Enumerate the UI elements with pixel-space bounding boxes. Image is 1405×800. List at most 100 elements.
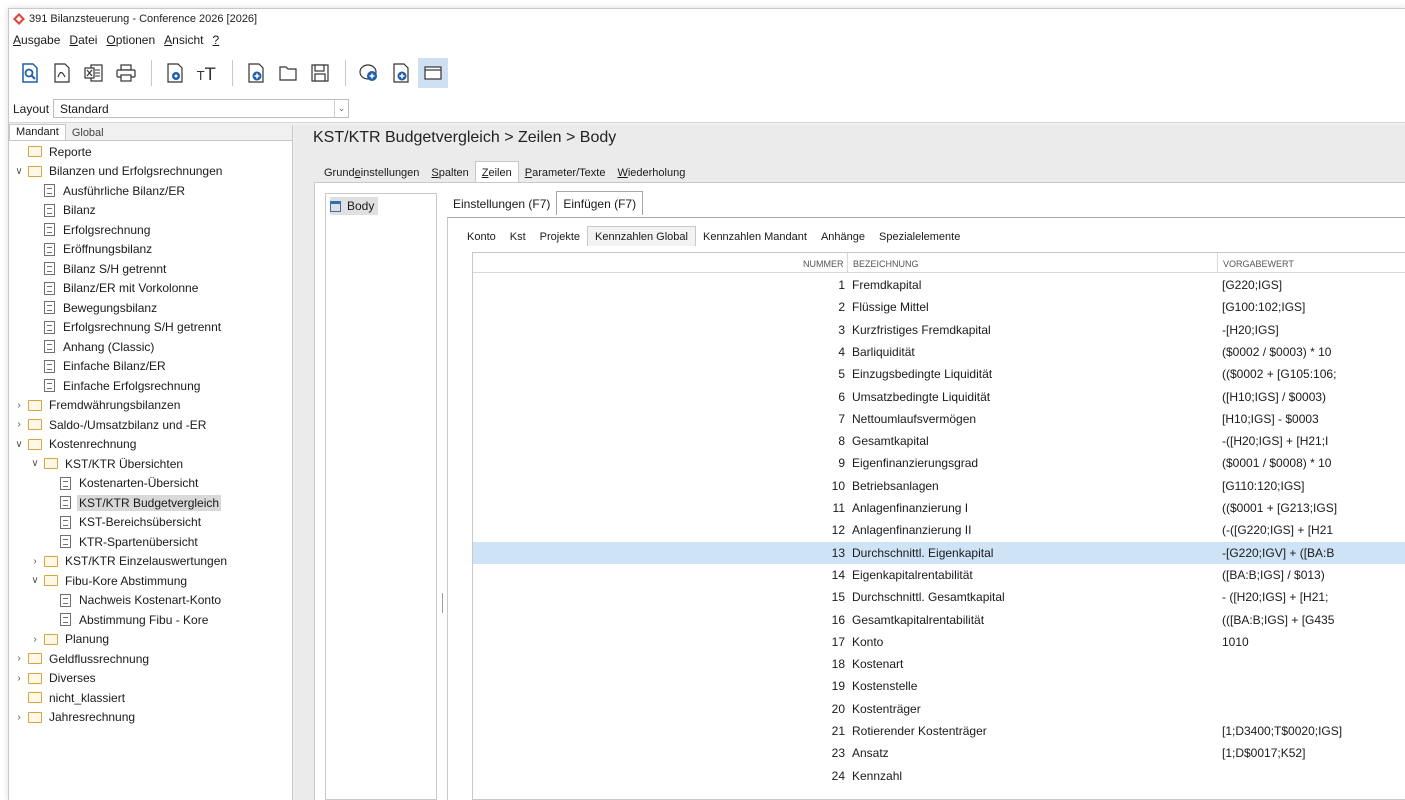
- chevron-down-icon[interactable]: ∨: [29, 575, 41, 586]
- tree-folder[interactable]: › Diverses: [13, 669, 98, 688]
- tree-report[interactable]: Nachweis Kostenart-Konto: [45, 591, 223, 610]
- menu-ausgabe[interactable]: Ausgabe: [13, 33, 60, 47]
- tree-report[interactable]: Einfache Erfolgsrechnung: [29, 376, 202, 395]
- chevron-down-icon[interactable]: ⌄: [334, 100, 348, 117]
- tree-folder[interactable]: nicht_klassiert: [13, 688, 127, 707]
- table-row[interactable]: 24 Kennzahl: [473, 765, 1405, 787]
- chevron-right-icon[interactable]: ›: [13, 419, 25, 430]
- preview-icon[interactable]: [15, 58, 45, 88]
- chevron-right-icon[interactable]: ›: [29, 634, 41, 645]
- chevron-right-icon[interactable]: ›: [13, 653, 25, 664]
- tree-report[interactable]: Bilanz S/H getrennt: [29, 259, 168, 278]
- tab-parametertexte[interactable]: Parameter/Texte: [519, 163, 612, 183]
- menu-datei[interactable]: Datei: [69, 33, 97, 47]
- tree-folder[interactable]: › Saldo-/Umsatzbilanz und -ER: [13, 415, 208, 434]
- table-row[interactable]: 9 Eigenfinanzierungsgrad ($0001 / $0008) *…: [473, 452, 1405, 474]
- tree-folder[interactable]: Reporte: [13, 142, 94, 161]
- chevron-right-icon[interactable]: ›: [13, 400, 25, 411]
- print-icon[interactable]: [111, 58, 141, 88]
- table-row[interactable]: 10 Betriebsanlagen [G110:120;IGS]: [473, 475, 1405, 497]
- table-row[interactable]: 15 Durchschnittl. Gesamtkapital - ([H20;IG…: [473, 586, 1405, 608]
- table-row[interactable]: 21 Rotierender Kostenträger [1;D3400;T$002…: [473, 720, 1405, 742]
- table-row[interactable]: 18 Kostenart: [473, 653, 1405, 675]
- tab-spalten[interactable]: Spalten: [425, 163, 474, 183]
- chevron-down-icon[interactable]: ∨: [29, 458, 41, 469]
- tree-report[interactable]: Einfache Bilanz/ER: [29, 357, 168, 376]
- tab-wiederholung[interactable]: Wiederholung: [611, 163, 691, 183]
- table-row[interactable]: 8 Gesamtkapital -([H20;IGS] + [H21;I: [473, 430, 1405, 452]
- save-icon[interactable]: [305, 58, 335, 88]
- tab-kennzahlen-mandant[interactable]: Kennzahlen Mandant: [696, 228, 814, 246]
- col-header-bezeichnung[interactable]: BEZEICHNUNG: [853, 259, 919, 269]
- tree-report[interactable]: Eröffnungsbilanz: [29, 240, 154, 259]
- table-row[interactable]: 23 Ansatz [1;D$0017;K52]: [473, 742, 1405, 764]
- tree-report[interactable]: KTR-Spartenübersicht: [45, 532, 200, 551]
- chevron-down-icon[interactable]: ∨: [13, 439, 25, 450]
- font-size-icon[interactable]: TT: [192, 58, 222, 88]
- chevron-right-icon[interactable]: ›: [29, 556, 41, 567]
- tree-folder[interactable]: › KST/KTR Einzelauswertungen: [29, 552, 229, 571]
- table-row[interactable]: 4 Barliquidität ($0002 / $0003) * 10: [473, 341, 1405, 363]
- tab-kennzahlen-global[interactable]: Kennzahlen Global: [587, 226, 696, 246]
- tree-report[interactable]: Kostenarten-Übersicht: [45, 474, 200, 493]
- new-doc-icon[interactable]: [241, 58, 271, 88]
- table-row[interactable]: 5 Einzugsbedingte Liquidität (($0002 + [G1…: [473, 363, 1405, 385]
- tree-report[interactable]: Bilanz/ER mit Vorkolonne: [29, 279, 200, 298]
- tree-report[interactable]: Abstimmung Fibu - Kore: [45, 610, 210, 629]
- list-item-body[interactable]: Body: [330, 197, 379, 215]
- excel-icon[interactable]: [79, 58, 109, 88]
- tab-projekte[interactable]: Projekte: [533, 228, 587, 246]
- table-row[interactable]: 3 Kurzfristiges Fremdkapital -[H20;IGS]: [473, 319, 1405, 341]
- chevron-right-icon[interactable]: ›: [13, 712, 25, 723]
- splitter-handle[interactable]: [439, 193, 447, 800]
- table-row[interactable]: 14 Eigenkapitalrentabilität ([BA:B;IGS] / …: [473, 564, 1405, 586]
- table-row[interactable]: 19 Kostenstelle: [473, 675, 1405, 697]
- tab-einfuegen[interactable]: Einfügen (F7): [556, 191, 644, 215]
- tab-einstellungen[interactable]: Einstellungen (F7): [447, 193, 556, 215]
- tree-report[interactable]: Bewegungsbilanz: [29, 298, 159, 317]
- table-row[interactable]: 6 Umsatzbedingte Liquidität ([H10;IGS] / $…: [473, 386, 1405, 408]
- pdf-icon[interactable]: [47, 58, 77, 88]
- tree-folder[interactable]: › Fremdwährungsbilanzen: [13, 396, 182, 415]
- col-header-vorgabewert[interactable]: VORGABEWERT: [1223, 259, 1294, 269]
- table-row[interactable]: 11 Anlagenfinanzierung I (($0001 + [G213;I…: [473, 497, 1405, 519]
- tab-konto[interactable]: Konto: [460, 228, 503, 246]
- tree-report[interactable]: KST/KTR Budgetvergleich: [45, 493, 222, 512]
- tree-folder[interactable]: ∨ KST/KTR Übersichten: [29, 454, 185, 473]
- table-row[interactable]: 2 Flüssige Mittel [G100:102;IGS]: [473, 296, 1405, 318]
- tree-folder[interactable]: ∨ Fibu-Kore Abstimmung: [29, 571, 189, 590]
- tree-report[interactable]: Ausführliche Bilanz/ER: [29, 181, 187, 200]
- table-row[interactable]: 1 Fremdkapital [G220;IGS]: [473, 274, 1405, 296]
- add-comment-icon[interactable]: [354, 58, 384, 88]
- menu-help[interactable]: ?: [213, 33, 220, 47]
- add-settings-icon[interactable]: [386, 58, 416, 88]
- tree-folder[interactable]: › Geldflussrechnung: [13, 649, 151, 668]
- table-row[interactable]: 16 Gesamtkapitalrentabilität (([BA:B;IGS] …: [473, 609, 1405, 631]
- tree-report[interactable]: Erfolgsrechnung S/H getrennt: [29, 318, 223, 337]
- settings-doc-icon[interactable]: [160, 58, 190, 88]
- tab-global[interactable]: Global: [66, 126, 110, 140]
- table-row[interactable]: 7 Nettoumlaufsvermögen [H10;IGS] - $0003: [473, 408, 1405, 430]
- tree-folder[interactable]: › Jahresrechnung: [13, 708, 137, 727]
- tree-folder[interactable]: ∨ Kostenrechnung: [13, 435, 138, 454]
- tab-anh-nge[interactable]: Anhänge: [814, 228, 872, 246]
- window-icon[interactable]: [418, 58, 448, 88]
- menu-optionen[interactable]: Optionen: [106, 33, 155, 47]
- tab-zeilen[interactable]: Zeilen: [474, 161, 519, 183]
- table-row[interactable]: 17 Konto 1010: [473, 631, 1405, 653]
- tree-report[interactable]: KST-Bereichsübersicht: [45, 513, 203, 532]
- tree-folder[interactable]: › Planung: [29, 630, 111, 649]
- table-row[interactable]: 12 Anlagenfinanzierung II (-([G220;IGS] + …: [473, 519, 1405, 541]
- tree-report[interactable]: Erfolgsrechnung: [29, 220, 152, 239]
- tab-spezialelemente[interactable]: Spezialelemente: [872, 228, 967, 246]
- chevron-down-icon[interactable]: ∨: [13, 166, 25, 177]
- chevron-right-icon[interactable]: ›: [13, 673, 25, 684]
- tab-grundeinstellungen[interactable]: Grund e instellungen: [318, 163, 425, 183]
- tree-report[interactable]: Anhang (Classic): [29, 337, 156, 356]
- tree-folder[interactable]: ∨ Bilanzen und Erfolgsrechnungen: [13, 162, 224, 181]
- menu-ansicht[interactable]: Ansicht: [164, 33, 203, 47]
- col-header-nummer[interactable]: NUMMER: [803, 259, 844, 269]
- tab-mandant[interactable]: Mandant: [9, 124, 66, 140]
- tab-kst[interactable]: Kst: [503, 228, 533, 246]
- open-icon[interactable]: [273, 58, 303, 88]
